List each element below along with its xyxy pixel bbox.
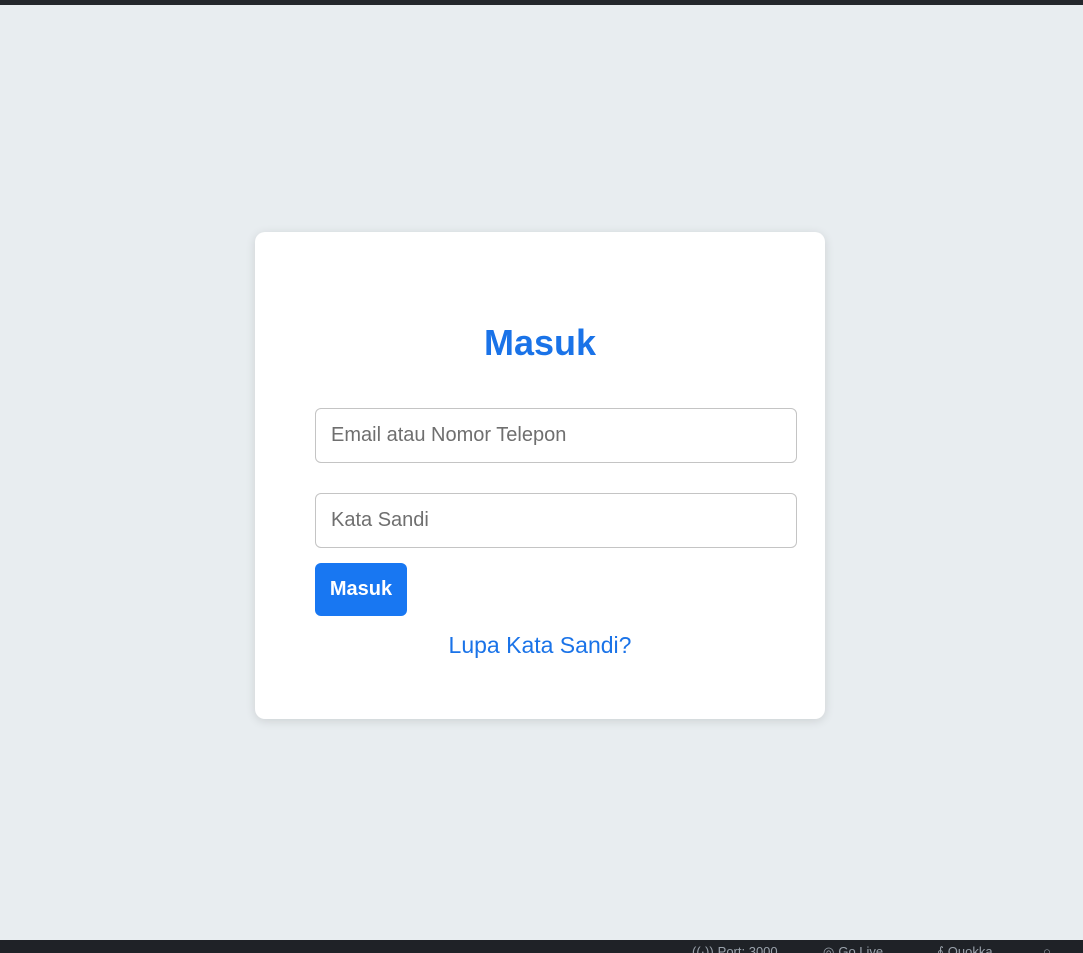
bell-icon: ∮ <box>937 944 944 953</box>
broadcast-icon: ((·)) <box>692 944 714 953</box>
circle-icon: ◎ <box>823 944 835 953</box>
password-field[interactable] <box>315 493 797 548</box>
status-go-live-label: Go Live <box>838 944 884 953</box>
email-field[interactable] <box>315 408 797 463</box>
status-item-go-live[interactable]: ◎ Go Live <box>823 945 883 953</box>
search-icon: ○ <box>1043 944 1051 953</box>
status-item-port[interactable]: ((·)) Port: 3000 <box>692 945 778 953</box>
status-quokka-label: Quokka <box>947 944 993 953</box>
status-port-label: Port: 3000 <box>717 944 778 953</box>
forgot-password-link[interactable]: Lupa Kata Sandi? <box>255 631 825 659</box>
status-item-search[interactable]: ○ <box>1043 945 1051 953</box>
status-bar: ((·)) Port: 3000 ◎ Go Live ∮ Quokka ○ <box>0 940 1083 953</box>
top-window-bar <box>0 0 1083 5</box>
status-item-quokka[interactable]: ∮ Quokka <box>937 945 993 953</box>
login-button[interactable]: Masuk <box>315 563 407 616</box>
page-title: Masuk <box>483 322 597 363</box>
login-card: Masuk Masuk Lupa Kata Sandi? <box>255 232 825 719</box>
